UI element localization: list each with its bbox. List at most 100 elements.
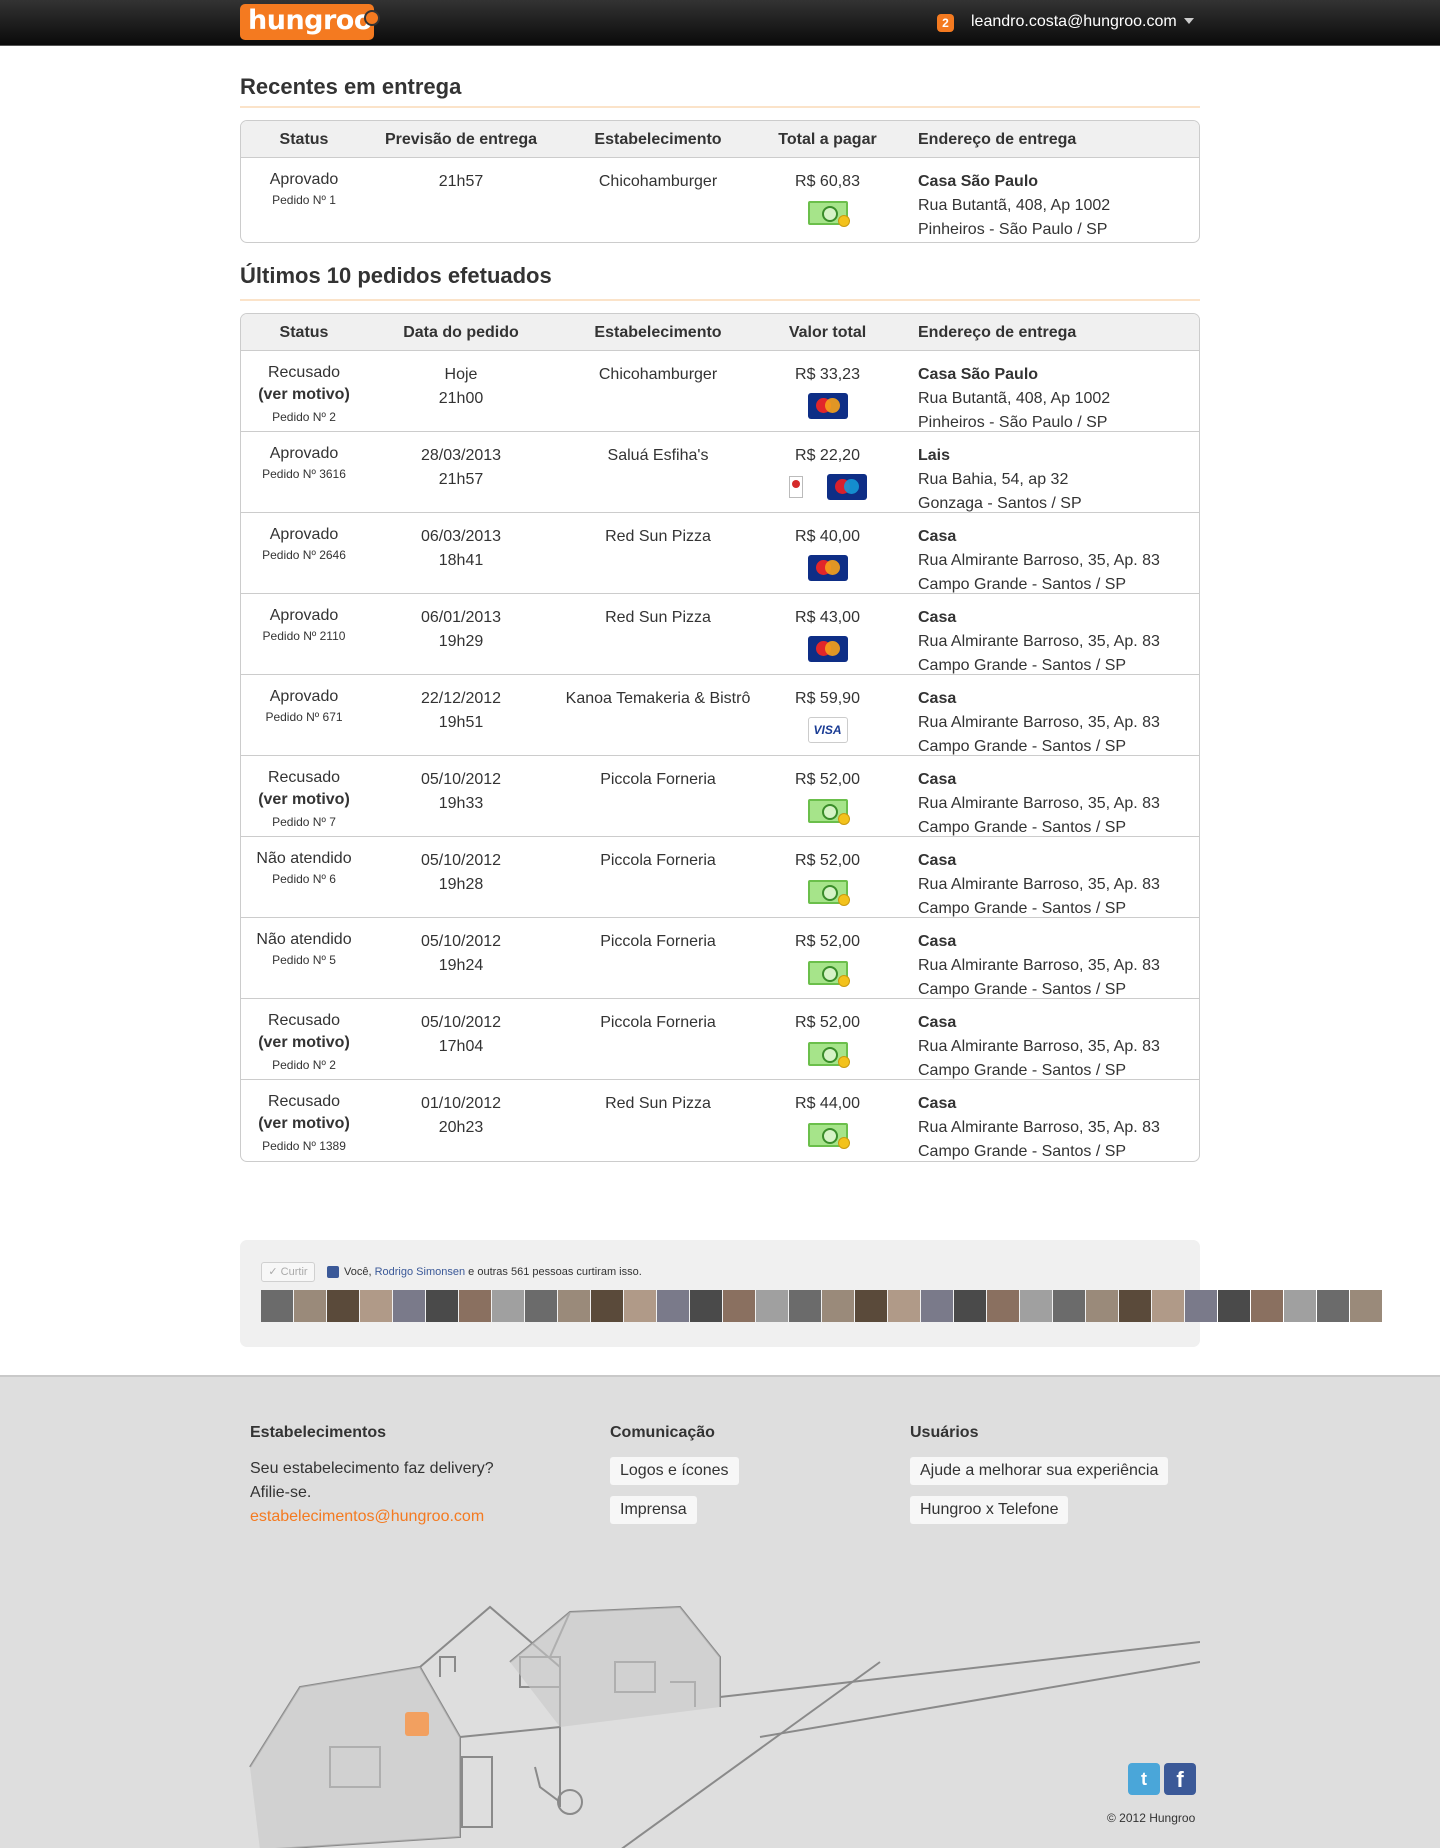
friend-avatar[interactable] [1185, 1290, 1217, 1322]
order-number: Pedido Nº 2646 [262, 548, 346, 562]
friend-avatar[interactable] [525, 1290, 557, 1322]
cash-icon [807, 961, 850, 987]
column-header: Estabelecimento [594, 324, 722, 341]
twitter-icon[interactable]: t [1128, 1763, 1160, 1795]
friend-avatar[interactable] [690, 1290, 722, 1322]
order-date: 28/03/2013 [420, 447, 502, 464]
chevron-down-icon[interactable] [1184, 18, 1194, 24]
payment-methods [761, 200, 894, 227]
reason-link[interactable]: (ver motivo) [241, 788, 367, 812]
friend-avatar[interactable] [954, 1290, 986, 1322]
date-cell: 05/10/2012 19h33 [367, 756, 555, 836]
status-text: Não atendido [256, 850, 352, 867]
date-cell: 22/12/2012 19h51 [367, 675, 555, 755]
date-cell: 06/03/2013 18h41 [367, 513, 555, 593]
reason-link[interactable]: (ver motivo) [241, 383, 367, 407]
friend-avatar[interactable] [492, 1290, 524, 1322]
logos-link[interactable]: Logos e ícones [610, 1457, 739, 1485]
table-row[interactable]: Recusado (ver motivo) Pedido Nº 2 Hoje 21h00… [241, 351, 1199, 432]
phone-link[interactable]: Hungroo x Telefone [910, 1496, 1069, 1524]
friend-avatar[interactable] [1020, 1290, 1052, 1322]
friend-avatar[interactable] [756, 1290, 788, 1322]
friend-avatar[interactable] [261, 1290, 293, 1322]
friend-avatar[interactable] [1053, 1290, 1085, 1322]
friend-avatar[interactable] [987, 1290, 1019, 1322]
table-row[interactable]: Aprovado Pedido Nº 2646 06/03/2013 18h41 Red… [241, 513, 1199, 594]
friend-avatar[interactable] [822, 1290, 854, 1322]
order-number: Pedido Nº 6 [272, 872, 336, 886]
table-row[interactable]: Não atendido Pedido Nº 5 05/10/2012 19h24 Pi… [241, 918, 1199, 999]
facebook-icon [327, 1266, 339, 1278]
friend-avatar[interactable] [294, 1290, 326, 1322]
total-value: R$ 43,00 [795, 609, 860, 626]
address-line: Rua Almirante Barroso, 35, Ap. 83 [918, 1038, 1160, 1055]
total-cell: R$ 33,23 [761, 351, 894, 431]
footer-col-establishments: Estabelecimentos Seu estabelecimento faz… [250, 1423, 494, 1529]
feedback-link[interactable]: Ajude a melhorar sua experiência [910, 1457, 1169, 1485]
friend-avatar[interactable] [1119, 1290, 1151, 1322]
table-row[interactable]: Recusado (ver motivo) Pedido Nº 1389 01/10/… [241, 1080, 1199, 1161]
table-row[interactable]: Aprovado Pedido Nº 1 21h57 Chicohamburger R$… [241, 158, 1199, 242]
facebook-page-icon[interactable]: f [1164, 1763, 1196, 1795]
payment-methods [761, 1041, 894, 1068]
total-cell: R$ 52,00 [761, 999, 894, 1079]
friend-avatar[interactable] [1350, 1290, 1382, 1322]
friend-avatar[interactable] [1317, 1290, 1349, 1322]
friend-avatar[interactable] [393, 1290, 425, 1322]
friend-avatar[interactable] [789, 1290, 821, 1322]
table-row[interactable]: Não atendido Pedido Nº 6 05/10/2012 19h28 Pi… [241, 837, 1199, 918]
address-line: Pinheiros - São Paulo / SP [918, 221, 1108, 238]
status-cell: Recusado (ver motivo) Pedido Nº 1389 [241, 1080, 367, 1161]
store-cell: Saluá Esfiha's [607, 447, 709, 464]
friend-avatar[interactable] [327, 1290, 359, 1322]
status-text: Recusado [267, 769, 341, 786]
friend-avatar[interactable] [921, 1290, 953, 1322]
order-number: Pedido Nº 1389 [262, 1139, 346, 1153]
address-name: Casa [918, 1095, 957, 1112]
friend-avatar[interactable] [1086, 1290, 1118, 1322]
table-row[interactable]: Aprovado Pedido Nº 671 22/12/2012 19h51 Kano… [241, 675, 1199, 756]
hungroo-logo[interactable]: hungroo [240, 4, 380, 40]
friend-link[interactable]: Rodrigo Simonsen [375, 1266, 466, 1278]
status-cell: Aprovado Pedido Nº 1 [241, 158, 367, 242]
houses-illustration [249, 1605, 1200, 1848]
press-link[interactable]: Imprensa [610, 1496, 697, 1524]
status-text: Não atendido [256, 931, 352, 948]
reason-link[interactable]: (ver motivo) [241, 1031, 367, 1055]
order-time: 21h00 [438, 390, 484, 407]
store-cell: Red Sun Pizza [605, 1095, 711, 1112]
store-cell: Red Sun Pizza [605, 528, 711, 545]
user-menu[interactable]: leandro.costa@hungroo.com [971, 12, 1177, 32]
friend-avatar[interactable] [723, 1290, 755, 1322]
friend-avatar[interactable] [888, 1290, 920, 1322]
friend-avatar[interactable] [426, 1290, 458, 1322]
column-header: Total a pagar [778, 131, 877, 148]
friend-avatar[interactable] [459, 1290, 491, 1322]
address-line: Rua Butantã, 408, Ap 1002 [918, 197, 1111, 214]
like-button[interactable]: ✓ Curtir [261, 1262, 315, 1282]
order-date: 22/12/2012 [420, 690, 502, 707]
friend-avatar[interactable] [1152, 1290, 1184, 1322]
friend-avatar[interactable] [855, 1290, 887, 1322]
friend-avatar[interactable] [1284, 1290, 1316, 1322]
table-row[interactable]: Recusado (ver motivo) Pedido Nº 7 05/10/201… [241, 756, 1199, 837]
establishments-email-link[interactable]: estabelecimentos@hungroo.com [250, 1508, 484, 1525]
status-cell: Aprovado Pedido Nº 3616 [241, 432, 367, 512]
friend-avatar[interactable] [657, 1290, 689, 1322]
friend-avatar[interactable] [1251, 1290, 1283, 1322]
table-row[interactable]: Aprovado Pedido Nº 2110 06/01/2013 19h29 Red… [241, 594, 1199, 675]
reason-link[interactable]: (ver motivo) [241, 1112, 367, 1136]
table-row[interactable]: Aprovado Pedido Nº 3616 28/03/2013 21h57 Sal… [241, 432, 1199, 513]
friend-avatar[interactable] [624, 1290, 656, 1322]
table-row[interactable]: Recusado (ver motivo) Pedido Nº 2 05/10/201… [241, 999, 1199, 1080]
status-text: Recusado [267, 364, 341, 381]
friend-avatar[interactable] [558, 1290, 590, 1322]
friend-avatar[interactable] [1218, 1290, 1250, 1322]
column-header: Endereço de entrega [918, 131, 1077, 148]
notification-badge[interactable]: 2 [937, 14, 954, 32]
total-cell: R$ 22,20 [761, 432, 894, 512]
friend-avatar[interactable] [591, 1290, 623, 1322]
order-time: 18h41 [438, 552, 484, 569]
ticket-icon [788, 476, 803, 498]
friend-avatar[interactable] [360, 1290, 392, 1322]
